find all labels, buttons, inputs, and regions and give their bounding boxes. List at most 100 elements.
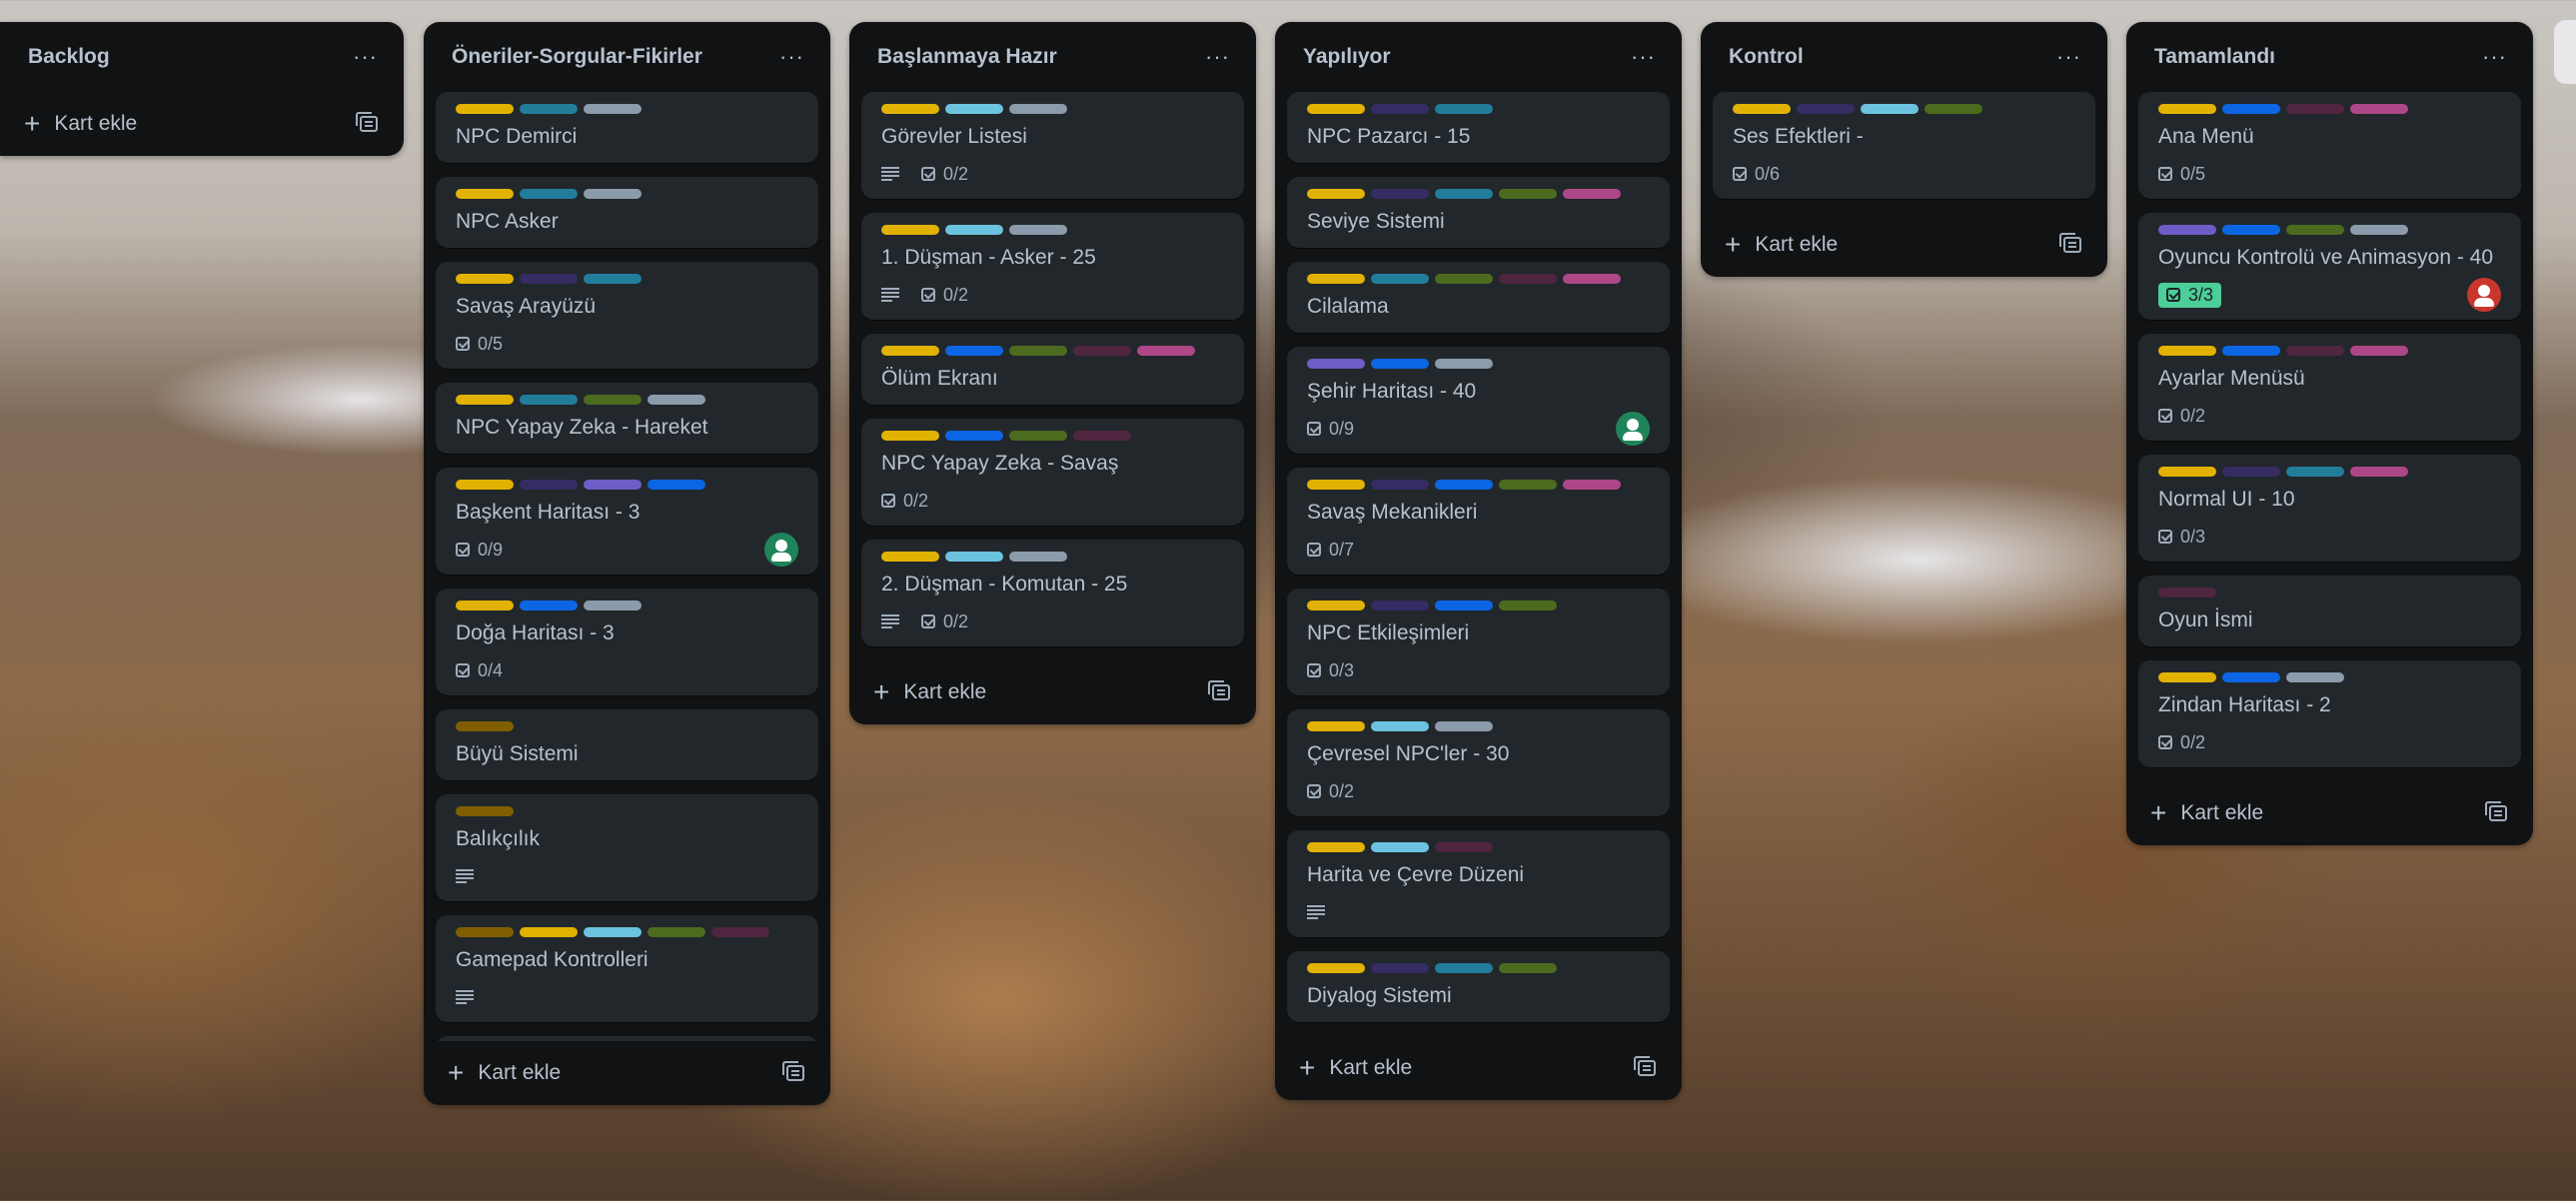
card[interactable]: NPC Yapay Zeka - Savaş 0/2 bbox=[861, 419, 1244, 526]
label-yellow[interactable] bbox=[1307, 721, 1365, 731]
label-purple-dark[interactable] bbox=[1797, 104, 1855, 114]
label-blue[interactable] bbox=[2222, 346, 2280, 356]
label-green[interactable] bbox=[1499, 963, 1557, 973]
card[interactable]: NPC Yapay Zeka - Hareket bbox=[436, 383, 818, 454]
label-pink[interactable] bbox=[1563, 274, 1621, 284]
label-yellow[interactable] bbox=[1307, 480, 1365, 490]
add-card-button[interactable]: + Kart ekle bbox=[1299, 1054, 1412, 1082]
label-blue[interactable] bbox=[1435, 480, 1493, 490]
label-gray[interactable] bbox=[584, 600, 642, 610]
label-green[interactable] bbox=[584, 395, 642, 405]
label-yellow[interactable] bbox=[1307, 104, 1365, 114]
card[interactable]: Normal UI - 10 0/3 bbox=[2138, 455, 2521, 562]
label-green[interactable] bbox=[1499, 189, 1557, 199]
card[interactable]: Görevler Listesi 0/2 bbox=[861, 92, 1244, 199]
more-icon[interactable]: ··· bbox=[2056, 44, 2081, 70]
card-template-icon[interactable] bbox=[2485, 801, 2507, 821]
label-magenta-dark[interactable] bbox=[2158, 588, 2216, 598]
card[interactable]: NPC Asker bbox=[436, 177, 818, 248]
label-blue[interactable] bbox=[2222, 672, 2280, 682]
label-green[interactable] bbox=[1925, 104, 1982, 114]
label-magenta-dark[interactable] bbox=[711, 927, 769, 937]
more-icon[interactable]: ··· bbox=[779, 44, 804, 70]
label-gray[interactable] bbox=[1009, 225, 1067, 235]
card[interactable]: NPC Etkileşimleri 0/3 bbox=[1287, 589, 1670, 695]
label-sky[interactable] bbox=[945, 552, 1003, 562]
label-teal[interactable] bbox=[1435, 963, 1493, 973]
label-yellow[interactable] bbox=[1307, 189, 1365, 199]
label-sky[interactable] bbox=[1371, 721, 1429, 731]
label-pink[interactable] bbox=[2350, 467, 2408, 477]
add-card-button[interactable]: + Kart ekle bbox=[1725, 231, 1838, 259]
label-green[interactable] bbox=[1499, 600, 1557, 610]
label-teal[interactable] bbox=[1435, 104, 1493, 114]
label-magenta-dark[interactable] bbox=[2286, 346, 2344, 356]
label-magenta-dark[interactable] bbox=[1073, 431, 1131, 441]
label-yellow[interactable] bbox=[456, 600, 514, 610]
label-green[interactable] bbox=[2286, 225, 2344, 235]
card-template-icon[interactable] bbox=[356, 112, 378, 132]
label-olive[interactable] bbox=[456, 927, 514, 937]
card-template-icon[interactable] bbox=[1208, 680, 1230, 700]
label-teal[interactable] bbox=[520, 104, 578, 114]
label-gray[interactable] bbox=[1009, 104, 1067, 114]
label-sky[interactable] bbox=[1371, 842, 1429, 852]
label-yellow[interactable] bbox=[1307, 274, 1365, 284]
card[interactable]: Doğa Haritası - 3 0/4 bbox=[436, 589, 818, 695]
label-yellow[interactable] bbox=[456, 189, 514, 199]
label-sky[interactable] bbox=[945, 225, 1003, 235]
label-yellow[interactable] bbox=[881, 346, 939, 356]
label-teal[interactable] bbox=[1371, 274, 1429, 284]
card-template-icon[interactable] bbox=[2059, 233, 2081, 253]
label-magenta-dark[interactable] bbox=[1073, 346, 1131, 356]
card[interactable]: Şehir Haritası - 40 0/9 bbox=[1287, 347, 1670, 454]
card[interactable]: Seviye Sistemi bbox=[1287, 177, 1670, 248]
card[interactable]: 2. Düşman - Komutan - 25 0/2 bbox=[861, 540, 1244, 646]
board-edge-button[interactable] bbox=[2554, 20, 2576, 84]
label-blue[interactable] bbox=[1435, 600, 1493, 610]
label-green[interactable] bbox=[1009, 346, 1067, 356]
card[interactable]: 1. Düşman - Asker - 25 0/2 bbox=[861, 213, 1244, 320]
label-green[interactable] bbox=[647, 927, 705, 937]
label-blue[interactable] bbox=[945, 346, 1003, 356]
card[interactable]: Gamepad Kontrolleri bbox=[436, 915, 818, 1022]
label-purple-dark[interactable] bbox=[1371, 104, 1429, 114]
label-yellow[interactable] bbox=[2158, 104, 2216, 114]
card-template-icon[interactable] bbox=[1634, 1056, 1656, 1076]
card[interactable]: Çevresel NPC'ler - 30 0/2 bbox=[1287, 709, 1670, 816]
label-green[interactable] bbox=[1435, 274, 1493, 284]
label-yellow[interactable] bbox=[1307, 842, 1365, 852]
label-purple-dark[interactable] bbox=[2222, 467, 2280, 477]
label-yellow[interactable] bbox=[456, 395, 514, 405]
add-card-button[interactable]: + Kart ekle bbox=[2150, 799, 2263, 827]
label-pink[interactable] bbox=[1137, 346, 1195, 356]
card[interactable]: Ayarlar Menüsü 0/2 bbox=[2138, 334, 2521, 441]
label-purple-dark[interactable] bbox=[1371, 480, 1429, 490]
card[interactable]: Savaş Arayüzü 0/5 bbox=[436, 262, 818, 369]
card-template-icon[interactable] bbox=[782, 1061, 804, 1081]
label-sky[interactable] bbox=[584, 927, 642, 937]
label-gray[interactable] bbox=[584, 104, 642, 114]
label-purple[interactable] bbox=[584, 480, 642, 490]
label-purple[interactable] bbox=[1307, 359, 1365, 369]
label-purple-dark[interactable] bbox=[520, 274, 578, 284]
card[interactable]: Savaş Mekanikleri 0/7 bbox=[1287, 468, 1670, 575]
label-sky[interactable] bbox=[945, 104, 1003, 114]
card[interactable]: Harita ve Çevre Düzeni bbox=[1287, 830, 1670, 937]
label-gray[interactable] bbox=[2350, 225, 2408, 235]
label-blue[interactable] bbox=[2222, 225, 2280, 235]
card[interactable]: Diyalog Sistemi bbox=[1287, 951, 1670, 1022]
label-blue[interactable] bbox=[647, 480, 705, 490]
label-purple-dark[interactable] bbox=[1371, 963, 1429, 973]
label-gray[interactable] bbox=[647, 395, 705, 405]
add-card-button[interactable]: + Kart ekle bbox=[448, 1059, 561, 1087]
card[interactable]: Büyü Sistemi bbox=[436, 709, 818, 780]
label-yellow[interactable] bbox=[1307, 963, 1365, 973]
label-blue[interactable] bbox=[520, 600, 578, 610]
label-yellow[interactable] bbox=[881, 104, 939, 114]
more-icon[interactable]: ··· bbox=[2482, 44, 2507, 70]
card[interactable]: Balıkçılık bbox=[436, 794, 818, 901]
label-gray[interactable] bbox=[584, 189, 642, 199]
add-card-button[interactable]: + Kart ekle bbox=[873, 678, 986, 706]
label-teal[interactable] bbox=[1435, 189, 1493, 199]
